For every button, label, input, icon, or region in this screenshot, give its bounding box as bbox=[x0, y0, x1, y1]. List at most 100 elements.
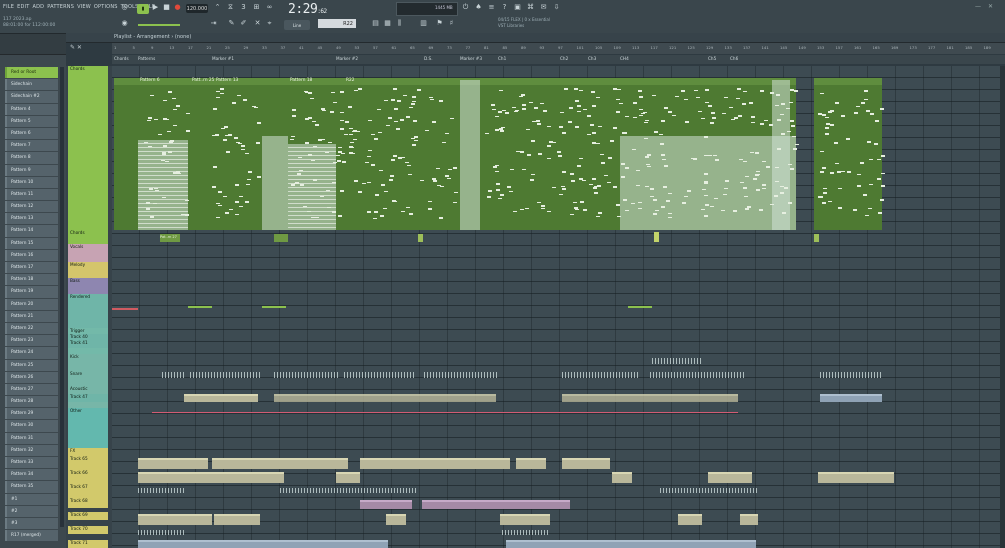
menu-patterns[interactable]: PATTERNS bbox=[47, 4, 74, 10]
pattern-item[interactable]: Pattern 29 bbox=[5, 408, 58, 420]
audio-clip[interactable] bbox=[820, 394, 882, 402]
playlist-grid[interactable]: Pattern 6 Patt..rn 25 Pattern 13 Pattern… bbox=[112, 66, 1005, 548]
loop-icon[interactable]: ∞ bbox=[266, 4, 273, 11]
audio-clip[interactable] bbox=[138, 530, 186, 535]
mixer-view-icon[interactable]: ⫼ bbox=[396, 20, 403, 27]
piano-roll-icon[interactable]: ▤ bbox=[372, 20, 379, 27]
track-header[interactable]: Rendered bbox=[68, 294, 108, 328]
automation-line[interactable] bbox=[152, 412, 738, 413]
pattern-song-toggle[interactable]: ▮ bbox=[137, 4, 149, 14]
timeline-ruler[interactable]: 1 5 9 13 17 21 25 29 33 37 41 45 49 53 57 61 65 69 73 77 81 8… bbox=[112, 43, 1005, 54]
track-header[interactable]: Track 68 bbox=[68, 498, 108, 506]
audio-clip[interactable] bbox=[360, 458, 510, 469]
browser-scrollbar[interactable] bbox=[60, 67, 64, 527]
stop-icon[interactable]: ■ bbox=[163, 4, 170, 11]
pattern-item[interactable]: Pattern 24 bbox=[5, 347, 58, 359]
playlist-title[interactable]: Playlist - Arrangement › (none) bbox=[114, 34, 191, 40]
plugin-db-icon[interactable]: ⚑ bbox=[436, 20, 443, 27]
master-volume-icon[interactable]: ◉ bbox=[121, 20, 128, 27]
audio-clip[interactable] bbox=[562, 394, 738, 402]
pattern-item[interactable]: #3 bbox=[5, 517, 58, 530]
pattern-clip[interactable] bbox=[654, 232, 659, 242]
pattern-item[interactable]: Pattern 4 bbox=[5, 103, 58, 115]
audio-clip[interactable] bbox=[138, 458, 208, 469]
pattern-item[interactable]: Sidechain bbox=[5, 79, 58, 91]
audio-clip[interactable] bbox=[818, 472, 894, 483]
drum-clip[interactable] bbox=[562, 372, 638, 378]
record-icon[interactable]: ● bbox=[174, 4, 181, 11]
menu-add[interactable]: ADD bbox=[32, 4, 44, 10]
menu-options[interactable]: OPTIONS bbox=[94, 4, 118, 10]
countdown-icon[interactable]: 3 bbox=[240, 4, 247, 11]
audio-clip[interactable] bbox=[212, 458, 348, 469]
drum-clip[interactable] bbox=[820, 372, 882, 378]
menu-file[interactable]: FILE bbox=[3, 4, 14, 10]
drum-clip[interactable] bbox=[162, 372, 186, 378]
playlist-scrollbar[interactable] bbox=[1000, 66, 1005, 548]
marker[interactable]: Ch2 bbox=[560, 56, 568, 61]
marker[interactable]: Ch1 bbox=[498, 56, 506, 61]
audio-clip[interactable] bbox=[274, 394, 496, 402]
audio-clip[interactable] bbox=[280, 488, 416, 493]
pattern-item[interactable]: Pattern 8 bbox=[5, 152, 58, 164]
pattern-item[interactable]: R17 (merged) bbox=[5, 530, 58, 542]
pattern-clip[interactable] bbox=[628, 306, 652, 308]
channel-rack-icon[interactable]: ▦ bbox=[384, 20, 391, 27]
pattern-item[interactable]: Pattern 28 bbox=[5, 396, 58, 408]
track-header[interactable]: Track 66 bbox=[68, 470, 108, 478]
metronome-icon[interactable]: ⌃ bbox=[214, 4, 221, 11]
audio-clip[interactable] bbox=[500, 514, 550, 525]
marker[interactable]: Marker #2 bbox=[336, 56, 358, 61]
track-header[interactable]: Track 47 bbox=[68, 394, 108, 402]
track-header[interactable]: Melody bbox=[68, 262, 108, 278]
chords-clip-2[interactable] bbox=[814, 78, 882, 230]
pencil-icon[interactable]: ✎ bbox=[228, 20, 235, 27]
pattern-clip[interactable] bbox=[262, 306, 286, 308]
recording-icon[interactable]: ◎ bbox=[121, 4, 128, 11]
audio-clip[interactable] bbox=[138, 514, 212, 525]
audio-clip[interactable] bbox=[506, 540, 756, 548]
track-header[interactable]: Snare bbox=[68, 371, 108, 386]
wait-icon[interactable]: ⧖ bbox=[227, 4, 234, 11]
pattern-item[interactable]: Pattern 27 bbox=[5, 383, 58, 396]
pattern-item[interactable]: Pattern 6 bbox=[5, 127, 58, 140]
drum-clip[interactable] bbox=[424, 372, 498, 378]
pattern-item[interactable]: Pattern 9 bbox=[5, 164, 58, 176]
browser-icon[interactable]: ▥ bbox=[420, 20, 427, 27]
pattern-clip[interactable] bbox=[418, 234, 423, 242]
plugin-icon[interactable]: ⌘ bbox=[527, 4, 534, 11]
save-icon[interactable]: ▣ bbox=[514, 4, 521, 11]
tempo-display[interactable]: 120.000 bbox=[186, 4, 208, 13]
snap-line-select[interactable]: Line bbox=[284, 20, 310, 30]
pattern-item[interactable]: Pattern 18 bbox=[5, 274, 58, 286]
minimize-icon[interactable]: — bbox=[975, 3, 981, 10]
audio-clip[interactable] bbox=[214, 514, 260, 525]
playlist-tools-icon[interactable]: ✎ ✕ bbox=[70, 44, 82, 51]
audio-clip[interactable] bbox=[612, 472, 632, 483]
automation-clip[interactable] bbox=[112, 308, 138, 310]
pattern-item[interactable]: Pattern 26 bbox=[5, 371, 58, 383]
pattern-item[interactable]: #1 bbox=[5, 493, 58, 505]
audio-clip[interactable] bbox=[740, 514, 758, 525]
pattern-item[interactable]: Pattern 25 bbox=[5, 359, 58, 371]
pattern-item[interactable]: Pattern 20 bbox=[5, 298, 58, 310]
marker[interactable]: Marker #3 bbox=[460, 56, 482, 61]
marker[interactable]: Ch3 bbox=[588, 56, 596, 61]
pattern-item[interactable]: Pattern 13 bbox=[5, 213, 58, 225]
drum-clip[interactable] bbox=[652, 358, 702, 364]
snap-icon[interactable]: ⇥ bbox=[210, 20, 217, 27]
pattern-item[interactable]: Pattern 32 bbox=[5, 444, 58, 456]
audio-clip[interactable] bbox=[138, 488, 186, 493]
drum-clip[interactable] bbox=[344, 372, 416, 378]
mixer-icon[interactable]: ≡ bbox=[488, 4, 495, 11]
pattern-item[interactable]: Pattern 19 bbox=[5, 286, 58, 298]
track-header[interactable]: Bass bbox=[68, 278, 108, 294]
chat-icon[interactable]: ✉ bbox=[540, 4, 547, 11]
track-header[interactable]: Track 65 bbox=[68, 456, 108, 464]
drum-clip[interactable] bbox=[650, 372, 746, 378]
master-volume-slider[interactable] bbox=[138, 24, 180, 26]
step-icon[interactable]: ⊞ bbox=[253, 4, 260, 11]
audio-clip[interactable] bbox=[502, 530, 550, 535]
pattern-item[interactable]: Sidechain #2 bbox=[5, 91, 58, 103]
download-icon[interactable]: ⇩ bbox=[553, 4, 560, 11]
